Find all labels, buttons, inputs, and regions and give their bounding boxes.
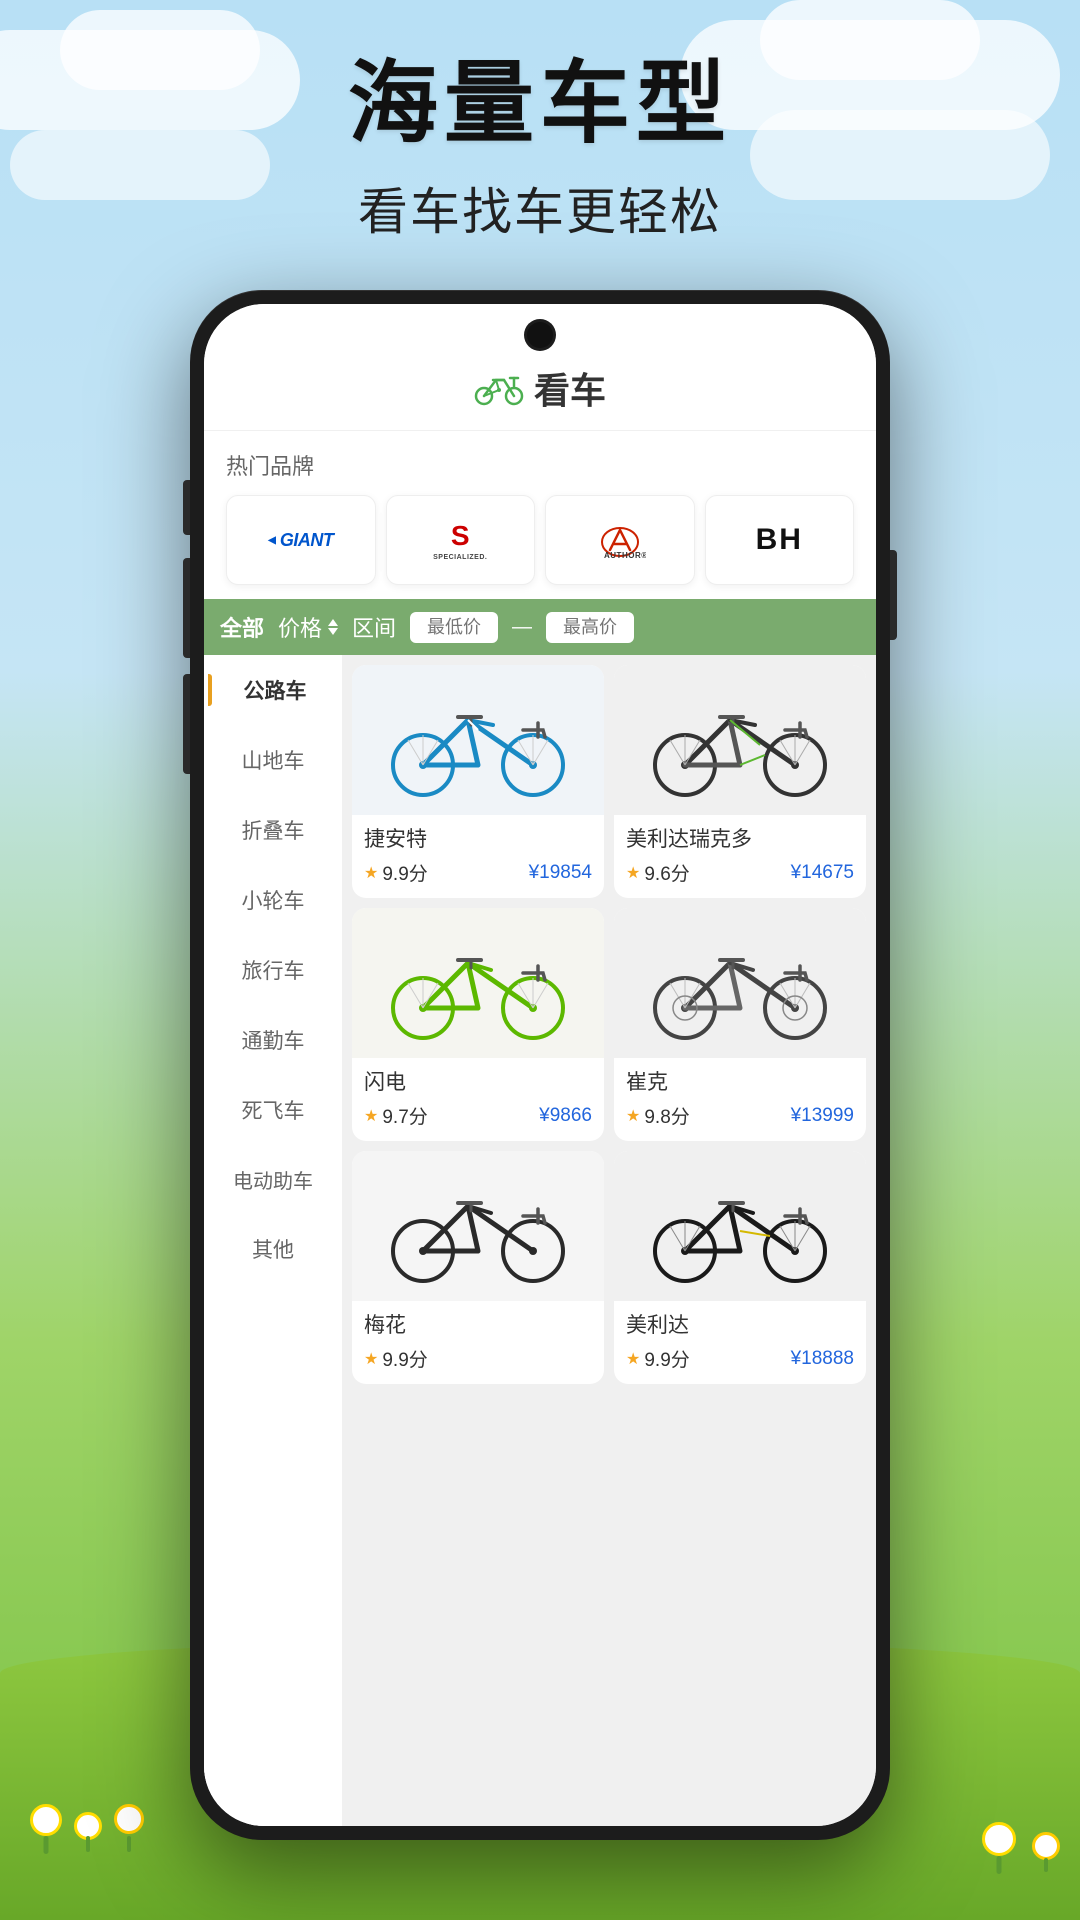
filter-range-label: 区间: [352, 611, 396, 643]
product-name-4: 崔克: [626, 1066, 854, 1096]
star-icon-4: ★: [626, 1106, 640, 1126]
star-icon-1: ★: [364, 863, 378, 883]
header-section: 海量车型 看车找车更轻松: [0, 55, 1080, 244]
brand-card-giant[interactable]: ◀ GIANT: [226, 495, 376, 585]
product-grid: 捷安特 ★ 9.9分 ¥19854: [342, 655, 876, 1826]
brand-bh-label: BH: [756, 523, 803, 557]
bike-image-4: [645, 918, 835, 1048]
brand-giant-label: GIANT: [280, 530, 334, 551]
svg-text:AUTHOR®: AUTHOR®: [604, 551, 646, 560]
product-card-5[interactable]: 梅花 ★ 9.9分: [352, 1151, 604, 1384]
bike-logo-icon: [474, 370, 524, 406]
product-card-2[interactable]: 美利达瑞克多 ★ 9.6分 ¥14675: [614, 665, 866, 898]
product-info-4: 崔克 ★ 9.8分 ¥13999: [614, 1058, 866, 1141]
product-rating-2: ★ 9.6分: [626, 859, 690, 886]
product-name-6: 美利达: [626, 1309, 854, 1339]
product-info-3: 闪电 ★ 9.7分 ¥9866: [352, 1058, 604, 1141]
product-info-2: 美利达瑞克多 ★ 9.6分 ¥14675: [614, 815, 866, 898]
side-button-left-2: [183, 558, 190, 658]
product-rating-4: ★ 9.8分: [626, 1102, 690, 1129]
sidebar: 公路车 山地车 折叠车 小轮车 旅行车 通勤车: [204, 655, 342, 1826]
product-price-2: ¥14675: [791, 862, 854, 884]
sidebar-item-other[interactable]: 其他: [204, 1214, 342, 1284]
app-logo: 看车: [234, 362, 846, 414]
sidebar-item-ebike[interactable]: 电动助车: [204, 1145, 342, 1214]
product-rating-6: ★ 9.9分: [626, 1345, 690, 1372]
product-image-4: [614, 908, 866, 1058]
product-price-1: ¥19854: [529, 862, 592, 884]
product-image-3: [352, 908, 604, 1058]
product-card-3[interactable]: 闪电 ★ 9.7分 ¥9866: [352, 908, 604, 1141]
product-rating-3: ★ 9.7分: [364, 1102, 428, 1129]
filter-price-btn[interactable]: 价格: [278, 611, 338, 643]
sidebar-item-mountain[interactable]: 山地车: [204, 725, 342, 795]
sidebar-item-bmx[interactable]: 小轮车: [204, 865, 342, 935]
app-name: 看车: [534, 362, 606, 414]
sidebar-item-commute[interactable]: 通勤车: [204, 1005, 342, 1075]
product-info-5: 梅花 ★ 9.9分: [352, 1301, 604, 1384]
filter-max-input[interactable]: [546, 612, 634, 643]
bike-image-3: [383, 918, 573, 1048]
sidebar-item-road[interactable]: 公路车: [204, 655, 342, 725]
product-name-5: 梅花: [364, 1309, 592, 1339]
main-subtitle: 看车找车更轻松: [0, 172, 1080, 244]
camera-notch: [527, 322, 553, 348]
product-name-2: 美利达瑞克多: [626, 823, 854, 853]
product-image-6: [614, 1151, 866, 1301]
flowers-right-decoration: [982, 1822, 1060, 1860]
bike-image-1: [383, 675, 573, 805]
product-rating-1: ★ 9.9分: [364, 859, 428, 886]
main-content: 公路车 山地车 折叠车 小轮车 旅行车 通勤车: [204, 655, 876, 1826]
product-card-6[interactable]: 美利达 ★ 9.9分 ¥18888: [614, 1151, 866, 1384]
filter-dash: —: [512, 616, 532, 639]
brand-card-author[interactable]: AUTHOR®: [545, 495, 695, 585]
phone-screen: 看车 热门品牌 ◀ GIANT S S: [204, 304, 876, 1826]
side-button-left-3: [183, 674, 190, 774]
product-image-5: [352, 1151, 604, 1301]
product-card-4[interactable]: 崔克 ★ 9.8分 ¥13999: [614, 908, 866, 1141]
sidebar-item-touring[interactable]: 旅行车: [204, 935, 342, 1005]
brand-section-label: 热门品牌: [226, 449, 854, 481]
side-button-right: [890, 550, 897, 640]
star-icon-2: ★: [626, 863, 640, 883]
star-icon-5: ★: [364, 1349, 378, 1369]
product-info-1: 捷安特 ★ 9.9分 ¥19854: [352, 815, 604, 898]
bike-image-5: [383, 1161, 573, 1291]
product-price-3: ¥9866: [539, 1105, 592, 1127]
product-name-1: 捷安特: [364, 823, 592, 853]
product-info-6: 美利达 ★ 9.9分 ¥18888: [614, 1301, 866, 1384]
filter-min-input[interactable]: [410, 612, 498, 643]
brand-section: 热门品牌 ◀ GIANT S SPECIALIZED.: [204, 431, 876, 599]
author-logo-svg: AUTHOR®: [594, 520, 646, 560]
product-name-3: 闪电: [364, 1066, 592, 1096]
product-image-2: [614, 665, 866, 815]
brand-specialized-label: SPECIALIZED.: [433, 554, 487, 561]
product-rating-5: ★ 9.9分: [364, 1345, 428, 1372]
sort-arrows-icon: [328, 619, 338, 635]
filter-price-label: 价格: [278, 611, 322, 643]
flowers-decoration: [30, 1804, 144, 1840]
bike-image-6: [645, 1161, 835, 1291]
product-price-6: ¥18888: [791, 1348, 854, 1370]
phone-wrapper: 看车 热门品牌 ◀ GIANT S S: [190, 290, 890, 1840]
star-icon-6: ★: [626, 1349, 640, 1369]
filter-bar: 全部 价格 区间 —: [204, 599, 876, 655]
product-card-1[interactable]: 捷安特 ★ 9.9分 ¥19854: [352, 665, 604, 898]
sidebar-item-fixie[interactable]: 死飞车: [204, 1075, 342, 1145]
brand-card-bh[interactable]: BH: [705, 495, 855, 585]
phone-frame: 看车 热门品牌 ◀ GIANT S S: [190, 290, 890, 1840]
sidebar-item-folding[interactable]: 折叠车: [204, 795, 342, 865]
product-image-1: [352, 665, 604, 815]
side-button-left-1: [183, 480, 190, 535]
product-price-4: ¥13999: [791, 1105, 854, 1127]
main-title: 海量车型: [0, 55, 1080, 154]
brand-grid: ◀ GIANT S SPECIALIZED.: [226, 495, 854, 585]
filter-all-label: 全部: [220, 611, 264, 643]
bike-image-2: [645, 675, 835, 805]
star-icon-3: ★: [364, 1106, 378, 1126]
brand-card-specialized[interactable]: S SPECIALIZED.: [386, 495, 536, 585]
